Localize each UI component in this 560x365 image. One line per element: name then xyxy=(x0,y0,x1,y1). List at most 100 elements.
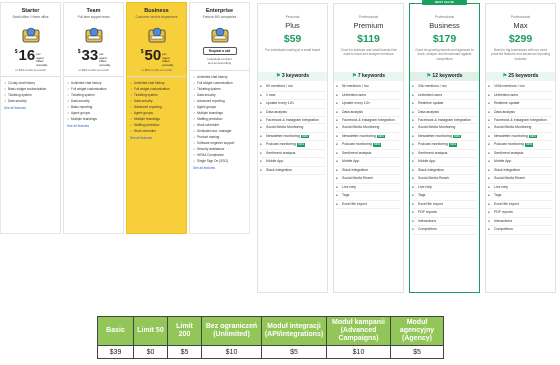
new-badge: NEW xyxy=(300,134,309,138)
feature-item: Slack Integration xyxy=(336,167,401,175)
see-all-features-link[interactable]: See all features xyxy=(130,136,183,140)
feature-label: Unlimited users xyxy=(342,92,367,97)
plan-card-max: Professional Max $299 Best for big business… xyxy=(485,3,556,293)
table-cell: $10 xyxy=(326,345,391,359)
feature-item: 5k mentions / mo xyxy=(336,83,401,92)
plan-name: Starter xyxy=(21,8,40,14)
see-all-features-link[interactable]: See all features xyxy=(67,124,120,128)
feature-label: Social Media Reach xyxy=(342,176,374,180)
feature-label: Newsletter monitoring xyxy=(342,133,376,138)
plan-name: Max xyxy=(513,21,528,30)
feature-label: 20k mentions / mo xyxy=(418,84,447,88)
feature-item: Data analysis xyxy=(260,109,325,117)
price-currency: $ xyxy=(140,49,144,55)
plan-tier: Professional xyxy=(358,15,379,19)
feature-label: Live help xyxy=(418,184,433,189)
plan-description: For individuals looking at a small brand xyxy=(264,48,321,52)
plan-tier: Personal xyxy=(285,15,300,19)
feature-label: Newsletter monitoring xyxy=(494,133,528,138)
plan-tier: Professional xyxy=(434,15,455,19)
feature-label: Update every 12h xyxy=(266,101,294,105)
plan-subtitle: Customer service department xyxy=(135,15,178,19)
table-cell: $39 xyxy=(97,345,134,359)
contract-note: and annual billing xyxy=(207,60,232,65)
feature-item: 20k mentions / mo xyxy=(412,83,477,92)
feature-item: PDF reports xyxy=(488,209,553,218)
table-header-cell: Moduł integracji (API/integrations) xyxy=(261,316,327,346)
feature-item: Competitors xyxy=(412,226,477,235)
new-badge: NEW xyxy=(448,143,458,147)
keywords-count: ⚑ 3 keywords xyxy=(258,72,327,81)
table-cell: $5 xyxy=(390,345,444,359)
plan-price: $50 per agent billed annually xyxy=(130,47,183,67)
feature-item: Excel file export xyxy=(336,201,401,209)
feature-item: Data security xyxy=(4,98,57,104)
plan-name: Business xyxy=(429,21,460,30)
new-badge: NEW xyxy=(376,134,385,138)
keywords-label: 3 keywords xyxy=(281,73,310,79)
price-monthly-alt: or $59 month-to-month xyxy=(141,68,172,73)
feature-item: Social Media Monitoring xyxy=(412,124,477,133)
feature-item: Unlimited users xyxy=(488,92,553,100)
feature-label: 50 mentions / mo xyxy=(266,84,293,88)
feature-item: Single Sign On (SSO) xyxy=(193,158,246,164)
feature-item: Mobile App xyxy=(412,158,477,167)
table-header-cell: Bez ograniczeń (Unlimited) xyxy=(201,316,262,346)
feature-label: PDF reports xyxy=(494,210,513,214)
feature-label: Sentiment analysis xyxy=(342,150,372,155)
feature-item: Tags xyxy=(336,192,401,201)
feature-label: Tags xyxy=(342,193,350,197)
feature-label: Newsletter monitoring xyxy=(418,133,452,138)
price-monthly-alt: or $39 month-to-month xyxy=(78,68,109,73)
feature-label: Excel file export xyxy=(494,201,519,206)
plan-card-starter: Starter Small office / Home office $16 per … xyxy=(0,2,61,234)
feature-item: Data analysis xyxy=(336,109,401,117)
feature-item: Podcast monitoringNEW xyxy=(412,141,477,150)
feature-item: Newsletter monitoringNEW xyxy=(260,133,325,141)
feature-label: Interactions xyxy=(494,218,513,223)
new-badge: NEW xyxy=(296,143,306,147)
feature-item: Social Media Reach xyxy=(336,175,401,184)
new-badge: NEW xyxy=(528,134,537,138)
feature-label: Social Media Monitoring xyxy=(266,125,304,129)
table-header-cell: Basic xyxy=(97,316,134,346)
feature-label: Facebook & Instagram Integration xyxy=(266,118,319,122)
keywords-count: ⚑ 12 keywords xyxy=(410,72,479,81)
feature-item: Realtime update xyxy=(412,100,477,109)
table-header-row: Basic Limit 50 Limit 200 Bez ograniczeń (Un… xyxy=(97,316,444,346)
keywords-count: ⚑ 7 keywords xyxy=(334,72,403,81)
feature-label: Facebook & Instagram Integration xyxy=(342,118,395,122)
plan-price: $59 xyxy=(283,33,302,45)
feature-item: Sentiment analysis xyxy=(488,150,553,158)
feature-item: Social Media Reach xyxy=(488,175,553,184)
request-call-button[interactable]: Request a call xyxy=(202,47,237,55)
keywords-label: 12 keywords xyxy=(432,73,463,79)
feature-label: Competitors xyxy=(494,227,513,231)
plan-description: Best for big businesses with our most po… xyxy=(491,48,550,61)
feature-item: Sentiment analysis xyxy=(412,150,477,158)
plan-card-business: BEST VALUE Professional Business $179 Good f… xyxy=(409,0,480,293)
new-badge: NEW xyxy=(452,134,461,138)
feature-item: Live help xyxy=(412,184,477,192)
feature-label: Slack Integration xyxy=(494,167,521,172)
feature-item: Newsletter monitoringNEW xyxy=(412,133,477,141)
feature-label: 5k mentions / mo xyxy=(342,84,369,88)
feature-label: Mobile App xyxy=(494,159,512,163)
see-all-features-link[interactable]: See all features xyxy=(193,166,246,170)
plan-card-enterprise: Enterprise Fortune 500 companies Request a… xyxy=(189,2,250,234)
plan-name: Business xyxy=(144,8,169,14)
see-all-features-link[interactable]: See all features xyxy=(4,106,57,110)
feature-item: Podcast monitoringNEW xyxy=(488,141,553,150)
feature-label: Newsletter monitoring xyxy=(266,133,300,138)
feature-item: Unlimited users xyxy=(412,92,477,100)
feature-label: Update every 12h xyxy=(342,101,370,105)
feature-label: Mobile App xyxy=(342,159,360,163)
feature-item: 1 user xyxy=(260,92,325,100)
plan-description: Good for startups and small brands that … xyxy=(340,48,397,57)
feature-label: Interactions xyxy=(418,218,437,223)
livechat-pricing-panel: Starter Small office / Home office $16 per … xyxy=(0,0,252,240)
feature-item: Slack Integration xyxy=(412,167,477,175)
feature-item: Slack Integration xyxy=(488,167,553,175)
feature-label: Podcast monitoring xyxy=(266,142,296,146)
divider xyxy=(1,76,60,78)
